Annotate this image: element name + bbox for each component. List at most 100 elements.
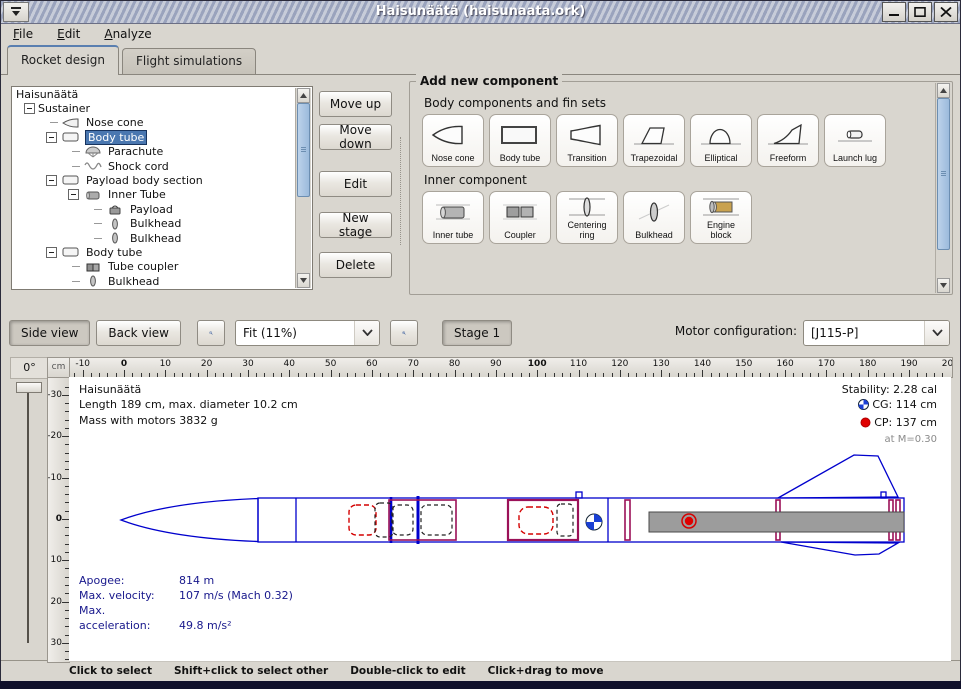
flight-stat-label: Max. velocity: (79, 588, 179, 603)
tree-item-body-tube[interactable]: Body tube (12, 245, 296, 259)
component-sections: Body components and fin setsNose coneBod… (418, 90, 932, 290)
back-view-button[interactable]: Back view (96, 320, 181, 346)
scroll-up-icon[interactable] (297, 88, 310, 103)
move-down-button[interactable]: Move down (319, 124, 392, 150)
fin-lower (781, 542, 898, 555)
side-view-button[interactable]: Side view (9, 320, 90, 346)
tree-item-label: Sustainer (38, 102, 90, 115)
minimize-button[interactable] (882, 2, 906, 22)
nose-cone-shape (121, 498, 258, 541)
close-button[interactable] (934, 2, 958, 22)
ruler-label: 10 (160, 359, 171, 369)
scroll-down-icon[interactable] (297, 273, 310, 288)
ruler-tick (868, 370, 869, 377)
delete-button[interactable]: Delete (319, 252, 392, 278)
coupler-icon (497, 193, 543, 231)
tree-scrollbar[interactable] (295, 88, 311, 288)
add-coupler-button[interactable]: Coupler (489, 191, 551, 244)
tree-item-payload[interactable]: Payload (12, 202, 296, 216)
tree-item-nose-cone[interactable]: Nose cone (12, 116, 296, 130)
rocket-canvas[interactable]: Haisunäätä Length 189 cm, max. diameter … (69, 377, 951, 662)
elliptical-icon (698, 116, 744, 154)
rocket-name: Haisunäätä (79, 382, 298, 398)
add-centering-ring-button[interactable]: Centering ring (556, 191, 618, 244)
add-nose-cone-button[interactable]: Nose cone (422, 114, 484, 167)
tree-item-payload-body-section[interactable]: Payload body section (12, 173, 296, 187)
rocket-dimensions: Length 189 cm, max. diameter 10.2 cm (79, 397, 298, 413)
add-inner-tube-button[interactable]: Inner tube (422, 191, 484, 244)
body-tube-icon (60, 246, 82, 258)
flight-stat-label: Max. acceleration: (79, 603, 179, 633)
scroll-down-icon[interactable] (937, 278, 950, 293)
zoom-fit-select[interactable]: Fit (11%) (235, 320, 380, 346)
add-freeform-button[interactable]: Freeform (757, 114, 819, 167)
tree-item-sustainer[interactable]: Sustainer (12, 101, 296, 115)
transition-icon (564, 116, 610, 154)
tree-item-shock-cord[interactable]: Shock cord (12, 159, 296, 173)
menu-edit[interactable]: Edit (57, 27, 80, 41)
tree-item-parachute[interactable]: Parachute (12, 144, 296, 158)
component-button-label: Inner tube (433, 231, 474, 241)
tree-item-bulkhead[interactable]: Bulkhead (12, 274, 296, 288)
expander-icon[interactable] (46, 132, 57, 143)
menu-analyze[interactable]: Analyze (104, 27, 151, 41)
split-divider[interactable] (400, 137, 401, 245)
expander-icon[interactable] (24, 103, 35, 114)
ruler-tick (83, 370, 84, 377)
ruler-tick (207, 370, 208, 377)
parachute-outline (349, 505, 376, 535)
tree-item-bulkhead[interactable]: Bulkhead (12, 231, 296, 245)
motor-configuration-select[interactable]: [J115-P] (803, 320, 950, 346)
expander-icon[interactable] (46, 247, 57, 258)
mach-condition: at M=0.30 (842, 432, 937, 448)
flight-stat-value: 107 m/s (Mach 0.32) (179, 589, 293, 602)
scrollbar-thumb[interactable] (937, 98, 950, 250)
add-elliptical-button[interactable]: Elliptical (690, 114, 752, 167)
tree-item-inner-tube[interactable]: Inner Tube (12, 188, 296, 202)
edit-button[interactable]: Edit (319, 171, 392, 197)
menu-file[interactable]: File (13, 27, 33, 41)
launch-lug-shape (576, 492, 582, 498)
bulkhead-icon (104, 218, 126, 230)
menubar: File Edit Analyze (1, 24, 960, 45)
cg-icon (858, 399, 869, 415)
tab-flight-simulations[interactable]: Flight simulations (122, 48, 256, 74)
add-engine-block-button[interactable]: Engine block (690, 191, 752, 244)
ruler-label: 100 (528, 359, 547, 369)
component-tree: HaisunäätäSustainerNose coneBody tubePar… (12, 87, 296, 289)
scrollbar-thumb[interactable] (297, 103, 310, 197)
expander-icon[interactable] (68, 189, 79, 200)
component-scrollbar[interactable] (935, 83, 951, 293)
ruler-label: 130 (653, 359, 670, 369)
payload-icon (104, 203, 126, 215)
horizontal-ruler: -100102030405060708090100110120130140150… (69, 357, 953, 378)
add-launch-lug-button[interactable]: Launch lug (824, 114, 886, 167)
new-stage-button[interactable]: New stage (319, 212, 392, 238)
add-body-tube-button[interactable]: Body tube (489, 114, 551, 167)
expander-icon[interactable] (46, 175, 57, 186)
maximize-button[interactable] (908, 2, 932, 22)
window-menu-button[interactable] (3, 2, 29, 22)
cg-value: CG: 114 cm (872, 398, 937, 411)
zoom-in-button[interactable] (390, 320, 418, 346)
ruler-label: 10 (51, 555, 62, 565)
ruler-label: 20 (51, 597, 62, 607)
add-transition-button[interactable]: Transition (556, 114, 618, 167)
scroll-up-icon[interactable] (937, 83, 950, 98)
add-bulkhead-button[interactable]: Bulkhead (623, 191, 685, 244)
tree-item-tube-coupler[interactable]: Tube coupler (12, 260, 296, 274)
rotation-slider[interactable] (27, 385, 29, 643)
tree-item-label: Body tube (86, 131, 146, 144)
tree-item-body-tube[interactable]: Body tube (12, 130, 296, 144)
move-up-button[interactable]: Move up (319, 91, 392, 117)
tree-item-haisunäätä[interactable]: Haisunäätä (12, 87, 296, 101)
nose-cone-icon (60, 117, 82, 129)
tab-rocket-design[interactable]: Rocket design (7, 45, 119, 75)
add-trapezoidal-button[interactable]: Trapezoidal (623, 114, 685, 167)
rotation-slider-thumb[interactable] (16, 382, 42, 393)
tree-item-bulkhead[interactable]: Bulkhead (12, 216, 296, 230)
stage-toggle-button[interactable]: Stage 1 (442, 320, 512, 346)
zoom-out-button[interactable] (197, 320, 225, 346)
flight-stat-value: 814 m (179, 574, 214, 587)
ruler-label: 180 (859, 359, 876, 369)
